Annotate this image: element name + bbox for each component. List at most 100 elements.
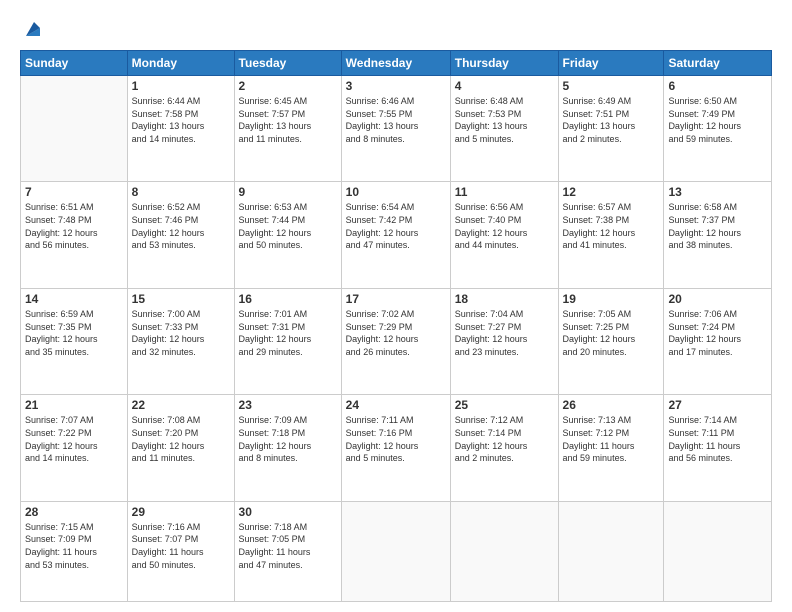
calendar-cell: 9 Sunrise: 6:53 AM Sunset: 7:44 PM Daylig… xyxy=(234,182,341,288)
calendar-cell xyxy=(450,501,558,601)
calendar-cell: 14 Sunrise: 6:59 AM Sunset: 7:35 PM Dayli… xyxy=(21,288,128,394)
calendar-cell: 11 Sunrise: 6:56 AM Sunset: 7:40 PM Dayli… xyxy=(450,182,558,288)
day-info: Sunrise: 7:02 AM Sunset: 7:29 PM Dayligh… xyxy=(346,308,446,358)
calendar-cell: 12Sunrise: 6:57 AM Sunset: 7:38 PM Dayli… xyxy=(558,182,664,288)
day-number: 14 xyxy=(25,292,123,306)
calendar-table: SundayMondayTuesdayWednesdayThursdayFrid… xyxy=(20,50,772,602)
day-info: Sunrise: 7:09 AM Sunset: 7:18 PM Dayligh… xyxy=(239,414,337,464)
day-number: 17 xyxy=(346,292,446,306)
day-info: Sunrise: 7:16 AM Sunset: 7:07 PM Dayligh… xyxy=(132,521,230,571)
logo xyxy=(20,18,44,40)
calendar-cell: 30 Sunrise: 7:18 AM Sunset: 7:05 PM Dayli… xyxy=(234,501,341,601)
header xyxy=(20,18,772,40)
day-number: 22 xyxy=(132,398,230,412)
calendar-week-1: 1 Sunrise: 6:44 AM Sunset: 7:58 PM Daylig… xyxy=(21,76,772,182)
day-number: 19 xyxy=(563,292,660,306)
calendar-cell: 8 Sunrise: 6:52 AM Sunset: 7:46 PM Daylig… xyxy=(127,182,234,288)
day-number: 5 xyxy=(563,79,660,93)
day-number: 3 xyxy=(346,79,446,93)
day-info: Sunrise: 6:51 AM Sunset: 7:48 PM Dayligh… xyxy=(25,201,123,251)
day-number: 15 xyxy=(132,292,230,306)
calendar-cell: 7 Sunrise: 6:51 AM Sunset: 7:48 PM Daylig… xyxy=(21,182,128,288)
calendar-cell: 15Sunrise: 7:00 AM Sunset: 7:33 PM Dayli… xyxy=(127,288,234,394)
day-number: 1 xyxy=(132,79,230,93)
day-info: Sunrise: 7:04 AM Sunset: 7:27 PM Dayligh… xyxy=(455,308,554,358)
day-info: Sunrise: 7:15 AM Sunset: 7:09 PM Dayligh… xyxy=(25,521,123,571)
day-info: Sunrise: 7:14 AM Sunset: 7:11 PM Dayligh… xyxy=(668,414,767,464)
calendar-cell: 4 Sunrise: 6:48 AM Sunset: 7:53 PM Daylig… xyxy=(450,76,558,182)
calendar-cell xyxy=(341,501,450,601)
day-info: Sunrise: 7:08 AM Sunset: 7:20 PM Dayligh… xyxy=(132,414,230,464)
calendar-cell: 25 Sunrise: 7:12 AM Sunset: 7:14 PM Dayli… xyxy=(450,395,558,501)
day-number: 9 xyxy=(239,185,337,199)
day-number: 10 xyxy=(346,185,446,199)
day-info: Sunrise: 6:46 AM Sunset: 7:55 PM Dayligh… xyxy=(346,95,446,145)
day-number: 26 xyxy=(563,398,660,412)
day-number: 11 xyxy=(455,185,554,199)
calendar-cell: 22 Sunrise: 7:08 AM Sunset: 7:20 PM Dayli… xyxy=(127,395,234,501)
calendar-header-row: SundayMondayTuesdayWednesdayThursdayFrid… xyxy=(21,51,772,76)
day-number: 21 xyxy=(25,398,123,412)
col-header-sunday: Sunday xyxy=(21,51,128,76)
col-header-friday: Friday xyxy=(558,51,664,76)
day-number: 2 xyxy=(239,79,337,93)
day-number: 12 xyxy=(563,185,660,199)
calendar-cell: 2 Sunrise: 6:45 AM Sunset: 7:57 PM Daylig… xyxy=(234,76,341,182)
calendar-cell xyxy=(558,501,664,601)
day-number: 13 xyxy=(668,185,767,199)
calendar-cell: 13 Sunrise: 6:58 AM Sunset: 7:37 PM Dayli… xyxy=(664,182,772,288)
calendar-cell: 17 Sunrise: 7:02 AM Sunset: 7:29 PM Dayli… xyxy=(341,288,450,394)
calendar-cell: 21 Sunrise: 7:07 AM Sunset: 7:22 PM Dayli… xyxy=(21,395,128,501)
calendar-week-2: 7 Sunrise: 6:51 AM Sunset: 7:48 PM Daylig… xyxy=(21,182,772,288)
calendar-cell: 23 Sunrise: 7:09 AM Sunset: 7:18 PM Dayli… xyxy=(234,395,341,501)
day-info: Sunrise: 7:18 AM Sunset: 7:05 PM Dayligh… xyxy=(239,521,337,571)
day-info: Sunrise: 6:50 AM Sunset: 7:49 PM Dayligh… xyxy=(668,95,767,145)
day-info: Sunrise: 6:54 AM Sunset: 7:42 PM Dayligh… xyxy=(346,201,446,251)
calendar-week-5: 28 Sunrise: 7:15 AM Sunset: 7:09 PM Dayli… xyxy=(21,501,772,601)
day-number: 8 xyxy=(132,185,230,199)
day-info: Sunrise: 6:53 AM Sunset: 7:44 PM Dayligh… xyxy=(239,201,337,251)
day-info: Sunrise: 6:58 AM Sunset: 7:37 PM Dayligh… xyxy=(668,201,767,251)
day-info: Sunrise: 7:06 AM Sunset: 7:24 PM Dayligh… xyxy=(668,308,767,358)
day-info: Sunrise: 6:56 AM Sunset: 7:40 PM Dayligh… xyxy=(455,201,554,251)
day-info: Sunrise: 7:07 AM Sunset: 7:22 PM Dayligh… xyxy=(25,414,123,464)
calendar-cell: 27Sunrise: 7:14 AM Sunset: 7:11 PM Dayli… xyxy=(664,395,772,501)
col-header-wednesday: Wednesday xyxy=(341,51,450,76)
day-number: 6 xyxy=(668,79,767,93)
calendar-cell: 26 Sunrise: 7:13 AM Sunset: 7:12 PM Dayli… xyxy=(558,395,664,501)
day-number: 25 xyxy=(455,398,554,412)
day-info: Sunrise: 6:49 AM Sunset: 7:51 PM Dayligh… xyxy=(563,95,660,145)
page: SundayMondayTuesdayWednesdayThursdayFrid… xyxy=(0,0,792,612)
calendar-cell: 5 Sunrise: 6:49 AM Sunset: 7:51 PM Daylig… xyxy=(558,76,664,182)
calendar-cell: 1 Sunrise: 6:44 AM Sunset: 7:58 PM Daylig… xyxy=(127,76,234,182)
day-number: 29 xyxy=(132,505,230,519)
day-info: Sunrise: 6:48 AM Sunset: 7:53 PM Dayligh… xyxy=(455,95,554,145)
day-info: Sunrise: 6:59 AM Sunset: 7:35 PM Dayligh… xyxy=(25,308,123,358)
calendar-cell: 18 Sunrise: 7:04 AM Sunset: 7:27 PM Dayli… xyxy=(450,288,558,394)
calendar-cell: 24 Sunrise: 7:11 AM Sunset: 7:16 PM Dayli… xyxy=(341,395,450,501)
logo-icon xyxy=(22,18,44,40)
day-info: Sunrise: 7:12 AM Sunset: 7:14 PM Dayligh… xyxy=(455,414,554,464)
day-number: 4 xyxy=(455,79,554,93)
calendar-cell: 3 Sunrise: 6:46 AM Sunset: 7:55 PM Daylig… xyxy=(341,76,450,182)
day-info: Sunrise: 6:45 AM Sunset: 7:57 PM Dayligh… xyxy=(239,95,337,145)
day-number: 18 xyxy=(455,292,554,306)
calendar-cell: 20Sunrise: 7:06 AM Sunset: 7:24 PM Dayli… xyxy=(664,288,772,394)
day-info: Sunrise: 6:44 AM Sunset: 7:58 PM Dayligh… xyxy=(132,95,230,145)
day-info: Sunrise: 7:11 AM Sunset: 7:16 PM Dayligh… xyxy=(346,414,446,464)
day-number: 16 xyxy=(239,292,337,306)
day-number: 7 xyxy=(25,185,123,199)
calendar-week-4: 21 Sunrise: 7:07 AM Sunset: 7:22 PM Dayli… xyxy=(21,395,772,501)
col-header-tuesday: Tuesday xyxy=(234,51,341,76)
day-number: 28 xyxy=(25,505,123,519)
day-info: Sunrise: 7:13 AM Sunset: 7:12 PM Dayligh… xyxy=(563,414,660,464)
calendar-cell xyxy=(664,501,772,601)
day-info: Sunrise: 6:52 AM Sunset: 7:46 PM Dayligh… xyxy=(132,201,230,251)
calendar-cell: 6 Sunrise: 6:50 AM Sunset: 7:49 PM Daylig… xyxy=(664,76,772,182)
day-number: 30 xyxy=(239,505,337,519)
day-info: Sunrise: 7:01 AM Sunset: 7:31 PM Dayligh… xyxy=(239,308,337,358)
day-number: 23 xyxy=(239,398,337,412)
calendar-cell: 29 Sunrise: 7:16 AM Sunset: 7:07 PM Dayli… xyxy=(127,501,234,601)
day-number: 24 xyxy=(346,398,446,412)
col-header-saturday: Saturday xyxy=(664,51,772,76)
